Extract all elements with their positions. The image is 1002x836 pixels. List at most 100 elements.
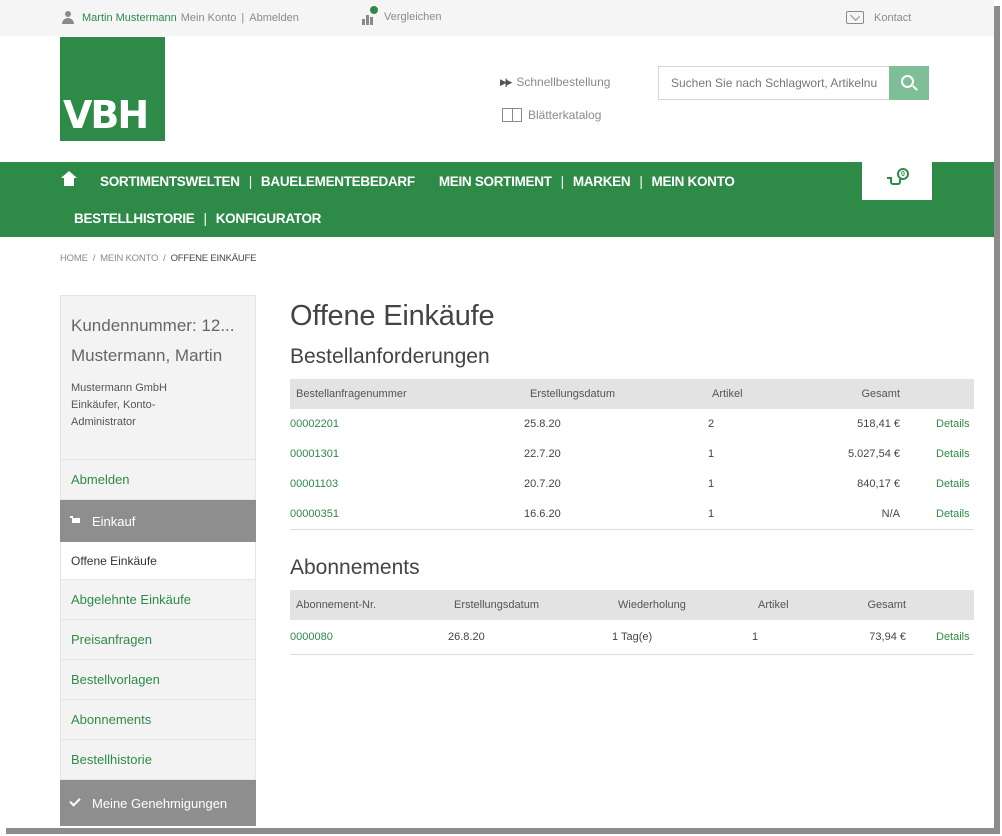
customer-name: Mustermann, Martin <box>71 346 223 365</box>
request-date: 25.8.20 <box>524 418 561 430</box>
subscription-number-link[interactable]: 0000080 <box>290 631 333 643</box>
my-account-link[interactable]: Mein Konto <box>181 12 237 24</box>
subscription-repeat: 1 Tag(e) <box>612 631 653 643</box>
subscription-items: 1 <box>752 631 759 643</box>
table-row: 0000080 26.8.20 1 Tag(e) 1 73,94 € Detai… <box>290 620 974 654</box>
search-button[interactable] <box>889 66 929 100</box>
nav-row-1: SORTIMENTSWELTEN | BAUELEMENTEBEDARF MEI… <box>61 170 735 189</box>
logo-text: VBH <box>63 93 149 137</box>
nav-mein-sortiment[interactable]: MEIN SORTIMENT <box>439 174 552 189</box>
cart-icon <box>70 516 82 526</box>
cart-button[interactable]: 0 <box>862 162 932 200</box>
logout-link[interactable]: Abmelden <box>249 12 299 24</box>
request-date: 20.7.20 <box>524 478 561 490</box>
nav-bestellhistorie[interactable]: BESTELLHISTORIE <box>74 211 195 226</box>
cart-icon: 0 <box>887 168 909 189</box>
nav-konfigurator[interactable]: KONFIGURATOR <box>216 211 322 226</box>
table-row: 00001103 20.7.20 1 840,17 € Details <box>290 469 974 499</box>
column-header: Artikel <box>758 599 789 611</box>
compare-label: Vergleichen <box>384 11 442 23</box>
nav-mein-konto[interactable]: MEIN KONTO <box>652 174 735 189</box>
breadcrumb-current: OFFENE EINKÄUFE <box>170 253 257 264</box>
search-input[interactable] <box>659 67 889 99</box>
column-header: Gesamt <box>867 599 906 611</box>
sidebar-item-bestellvorlagen[interactable]: Bestellvorlagen <box>60 660 256 700</box>
request-number-link[interactable]: 00002201 <box>290 418 339 430</box>
request-items: 1 <box>708 508 715 520</box>
vbh-logo[interactable]: VBH <box>60 37 165 141</box>
table-row: 00000351 16.6.20 1 N/A Details <box>290 499 974 529</box>
subscription-total: 73,94 € <box>869 631 906 643</box>
subscriptions-table: Abonnement-Nr. Erstellungsdatum Wiederho… <box>290 590 974 655</box>
account-links: Martin Mustermann Mein Konto | Abmelden <box>62 11 299 24</box>
column-header: Artikel <box>712 388 743 400</box>
subscription-date: 26.8.20 <box>448 631 485 643</box>
sidebar-item-abonnements[interactable]: Abonnements <box>60 700 256 740</box>
customer-number: Kundennummer: 12... <box>71 316 235 335</box>
table-row: 00002201 25.8.20 2 518,41 € Details <box>290 409 974 439</box>
details-link[interactable]: Details <box>936 508 970 520</box>
request-date: 16.6.20 <box>524 508 561 520</box>
request-total: 518,41 € <box>857 418 900 430</box>
search-box <box>658 66 929 100</box>
breadcrumb-my-account[interactable]: MEIN KONTO <box>100 253 158 264</box>
details-link[interactable]: Details <box>936 448 970 460</box>
check-icon <box>69 795 81 807</box>
column-header: Erstellungsdatum <box>454 599 539 611</box>
column-header: Bestellanfragenummer <box>296 388 407 400</box>
compare-link[interactable]: Vergleichen <box>362 6 442 25</box>
nav-bauelementebedarf[interactable]: BAUELEMENTEBEDARF <box>261 174 415 189</box>
sidebar-logout[interactable]: Abmelden <box>60 460 256 500</box>
company-name: Mustermann GmbH <box>71 382 167 394</box>
user-icon <box>62 11 74 24</box>
requests-table: Bestellanfragenummer Erstellungsdatum Ar… <box>290 379 974 530</box>
home-icon[interactable] <box>61 170 77 188</box>
sidebar-section-label: Meine Genehmigungen <box>92 795 228 811</box>
table-header: Abonnement-Nr. Erstellungsdatum Wiederho… <box>290 590 974 620</box>
catalog-link[interactable]: Blätterkatalog <box>502 108 601 122</box>
contact-link[interactable]: Kontact <box>846 11 911 24</box>
sidebar-item-bestellhistorie[interactable]: Bestellhistorie <box>60 740 256 780</box>
request-number-link[interactable]: 00001103 <box>290 478 338 490</box>
request-number-link[interactable]: 00001301 <box>290 448 339 460</box>
sidebar-section-purchase[interactable]: Einkauf <box>60 500 256 542</box>
compare-icon <box>362 6 378 25</box>
request-total: 840,17 € <box>857 478 900 490</box>
separator: | <box>241 11 245 24</box>
column-header: Erstellungsdatum <box>530 388 615 400</box>
contact-label: Kontact <box>874 11 912 24</box>
subscriptions-heading: Abonnements <box>290 556 420 579</box>
search-icon <box>901 75 914 88</box>
requests-heading: Bestellanforderungen <box>290 345 490 368</box>
request-date: 22.7.20 <box>524 448 561 460</box>
sidebar-section-label: Einkauf <box>92 513 136 529</box>
main-navigation: SORTIMENTSWELTEN | BAUELEMENTEBEDARF MEI… <box>0 162 994 237</box>
sidebar-item-offene-einkaeufe[interactable]: Offene Einkäufe <box>60 542 256 580</box>
details-link[interactable]: Details <box>936 478 970 490</box>
request-items: 1 <box>708 478 715 490</box>
nav-marken[interactable]: MARKEN <box>573 174 631 189</box>
details-link[interactable]: Details <box>936 631 970 643</box>
nav-sortimentswelten[interactable]: SORTIMENTSWELTEN <box>100 174 240 189</box>
main-content: Offene Einkäufe Bestellanforderungen Bes… <box>290 300 974 655</box>
cart-count-badge: 0 <box>897 168 909 180</box>
sidebar-item-preisanfragen[interactable]: Preisanfragen <box>60 620 256 660</box>
book-icon <box>502 108 522 122</box>
details-link[interactable]: Details <box>936 418 970 430</box>
sidebar-item-abgelehnte-einkaeufe[interactable]: Abgelehnte Einkäufe <box>60 580 256 620</box>
customer-info: Kundennummer: 12... Mustermann, Martin M… <box>60 295 256 460</box>
breadcrumb-home[interactable]: HOME <box>60 253 88 264</box>
sidebar-section-approvals[interactable]: Meine Genehmigungen <box>60 780 256 826</box>
request-number-link[interactable]: 00000351 <box>290 508 339 520</box>
fast-forward-icon: ▶|▶ <box>500 76 512 87</box>
catalog-label: Blätterkatalog <box>528 108 602 122</box>
column-header: Wiederholung <box>618 599 686 611</box>
quick-order-label: Schnellbestellung <box>516 75 611 89</box>
user-name-link[interactable]: Martin Mustermann <box>82 12 177 24</box>
account-sidebar: Kundennummer: 12... Mustermann, Martin M… <box>60 295 256 828</box>
user-role: Einkäufer, Konto-Administrator <box>71 399 156 428</box>
quick-order-link[interactable]: ▶|▶ Schnellbestellung <box>500 75 610 89</box>
mail-icon <box>846 11 864 24</box>
request-total: N/A <box>881 508 900 520</box>
table-row: 00001301 22.7.20 1 5.027,54 € Details <box>290 439 974 469</box>
